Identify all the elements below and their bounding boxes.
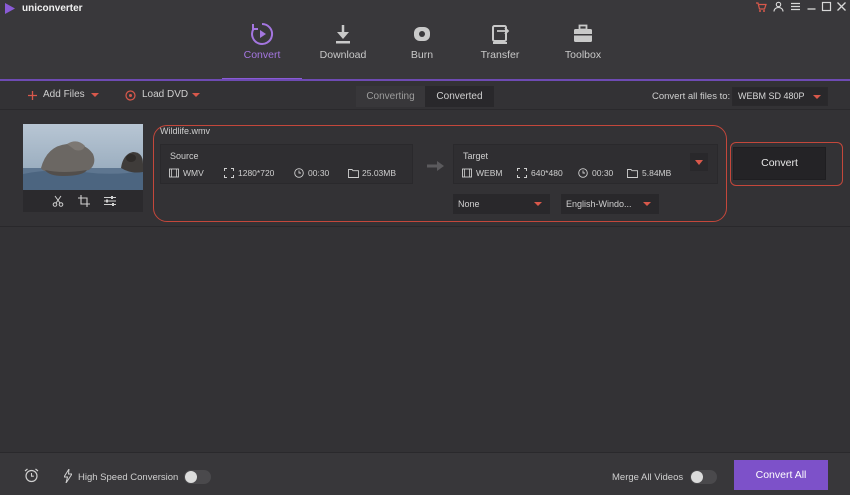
nav-toolbox-label: Toolbox xyxy=(564,49,602,61)
nav-toolbox[interactable]: Toolbox xyxy=(543,18,623,80)
transfer-icon xyxy=(492,25,510,44)
nav-convert-label: Convert xyxy=(243,49,281,61)
app-title: uniconverter xyxy=(22,3,83,14)
nav-burn-label: Burn xyxy=(410,49,434,61)
target-title: Target xyxy=(463,151,489,161)
trim-icon[interactable] xyxy=(52,195,64,207)
main-nav: Convert Download Burn Transfer Toolbox xyxy=(0,18,850,80)
chevron-down-icon xyxy=(695,160,703,165)
add-files-dropdown-icon[interactable] xyxy=(91,93,99,97)
toolbar: Add Files Load DVD Converting Converted … xyxy=(0,81,850,110)
app-logo-icon xyxy=(5,3,15,14)
menu-icon[interactable] xyxy=(788,1,802,15)
load-dvd-dropdown-icon[interactable] xyxy=(192,93,200,97)
download-icon xyxy=(336,25,350,44)
alarm-clock-icon[interactable] xyxy=(24,468,39,483)
video-thumbnail-panel xyxy=(23,124,143,212)
disc-icon xyxy=(414,27,430,41)
folder-icon xyxy=(348,169,359,178)
source-title: Source xyxy=(170,151,199,161)
film-icon xyxy=(462,168,472,178)
audio-track-select[interactable]: English-Windo... xyxy=(561,194,659,214)
plus-icon xyxy=(28,91,37,100)
high-speed-toggle[interactable] xyxy=(184,470,211,484)
crop-icon[interactable] xyxy=(78,195,90,207)
subtitle-value: None xyxy=(458,199,480,209)
toggle-knob xyxy=(185,471,197,483)
merge-all-toggle[interactable] xyxy=(690,470,717,484)
maximize-icon[interactable] xyxy=(819,1,833,15)
target-format: WEBM xyxy=(476,168,503,178)
convert-button[interactable]: Convert xyxy=(733,147,826,180)
clock-icon xyxy=(294,168,304,178)
output-format-value: WEBM SD 480P xyxy=(738,91,805,101)
target-duration: 00:30 xyxy=(592,168,614,178)
lightning-icon xyxy=(64,469,72,483)
convert-all-button[interactable]: Convert All xyxy=(734,460,828,490)
target-info-panel: Target WEBM 640*480 00:30 5.84MB xyxy=(453,144,718,184)
nav-download[interactable]: Download xyxy=(303,18,383,80)
clock-icon xyxy=(578,168,588,178)
effects-icon[interactable] xyxy=(104,195,116,207)
minimize-icon[interactable] xyxy=(804,1,818,15)
nav-download-label: Download xyxy=(319,49,367,61)
cart-icon[interactable] xyxy=(754,1,768,15)
dvd-icon xyxy=(125,90,136,101)
nav-transfer[interactable]: Transfer xyxy=(460,18,540,80)
high-speed-label: High Speed Conversion xyxy=(78,472,179,483)
arrow-right-icon xyxy=(427,161,444,171)
nav-burn[interactable]: Burn xyxy=(382,18,462,80)
chevron-down-icon xyxy=(534,202,542,206)
tab-converted[interactable]: Converted xyxy=(425,86,494,107)
close-icon[interactable] xyxy=(834,1,848,15)
tab-converting[interactable]: Converting xyxy=(356,86,425,107)
source-format: WMV xyxy=(183,168,204,178)
thumbnail-tools xyxy=(23,190,143,212)
target-size: 5.84MB xyxy=(642,168,672,178)
chevron-down-icon xyxy=(813,95,821,99)
video-thumbnail[interactable] xyxy=(23,124,143,190)
toolbox-icon xyxy=(574,24,592,42)
film-icon xyxy=(169,168,179,178)
source-duration: 00:30 xyxy=(308,168,330,178)
target-format-dropdown[interactable] xyxy=(690,153,708,171)
audio-track-value: English-Windo... xyxy=(566,199,632,209)
target-resolution: 640*480 xyxy=(531,168,563,178)
output-format-select[interactable]: WEBM SD 480P xyxy=(732,87,828,106)
resolution-icon xyxy=(517,168,527,178)
file-list-item: Wildlife.wmv Source WMV 1280*720 00:30 2… xyxy=(0,111,850,227)
title-bar: uniconverter xyxy=(0,0,850,18)
subtitle-select[interactable]: None xyxy=(453,194,550,214)
nav-transfer-label: Transfer xyxy=(480,49,520,61)
folder-icon xyxy=(627,169,638,178)
convert-all-files-label: Convert all files to: xyxy=(652,91,731,102)
source-info-panel: Source WMV 1280*720 00:30 25.03MB xyxy=(160,144,413,184)
source-size: 25.03MB xyxy=(362,168,397,178)
add-files-button[interactable]: Add Files xyxy=(43,89,85,100)
resolution-icon xyxy=(224,168,234,178)
merge-all-label: Merge All Videos xyxy=(612,472,684,483)
footer-bar: High Speed Conversion Merge All Videos C… xyxy=(0,452,850,495)
source-resolution: 1280*720 xyxy=(238,168,275,178)
convert-icon xyxy=(251,22,274,45)
nav-convert[interactable]: Convert xyxy=(222,18,302,80)
chevron-down-icon xyxy=(643,202,651,206)
load-dvd-button[interactable]: Load DVD xyxy=(142,89,188,100)
account-icon[interactable] xyxy=(771,1,785,15)
toggle-knob xyxy=(691,471,703,483)
